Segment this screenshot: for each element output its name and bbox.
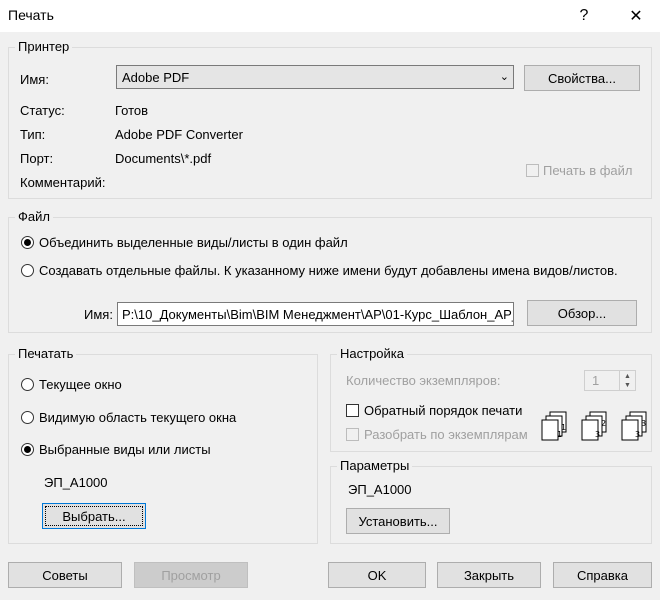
status-label: Статус: <box>20 103 65 118</box>
combine-label: Объединить выделенные виды/листы в один … <box>39 235 348 250</box>
svg-text:3: 3 <box>635 430 640 439</box>
printer-select[interactable]: Adobe PDF ⌄ <box>116 65 514 89</box>
file-legend: Файл <box>15 209 53 224</box>
file-name-input[interactable]: P:\10_Документы\Bim\BIM Менеджмент\АР\01… <box>117 302 514 326</box>
status-value: Готов <box>115 103 149 118</box>
current-window-radio[interactable] <box>21 378 34 391</box>
chevron-down-icon: ⌄ <box>499 71 509 83</box>
select-button[interactable]: Выбрать... <box>42 503 146 529</box>
visible-area-radio[interactable] <box>21 411 34 424</box>
parameters-legend: Параметры <box>337 458 413 473</box>
type-label: Тип: <box>20 127 46 142</box>
port-value: Documents\*.pdf <box>115 151 212 166</box>
title-bar <box>0 0 660 32</box>
tips-button[interactable]: Советы <box>8 562 122 588</box>
file-name-label: Имя: <box>84 307 113 322</box>
printer-legend: Принтер <box>15 39 73 54</box>
svg-text:1: 1 <box>557 430 562 439</box>
port-label: Порт: <box>20 151 54 166</box>
separate-label: Создавать отдельные файлы. К указанному … <box>39 263 618 278</box>
collate-label: Разобрать по экземплярам <box>364 427 528 442</box>
window-title: Печать <box>8 7 54 23</box>
comment-label: Комментарий: <box>20 175 106 190</box>
selected-views-radio[interactable] <box>21 443 34 456</box>
svg-text:3: 3 <box>595 430 600 439</box>
current-window-label: Текущее окно <box>39 377 122 392</box>
settings-legend: Настройка <box>337 346 407 361</box>
visible-area-label: Видимую область текущего окна <box>39 410 237 425</box>
separate-radio[interactable] <box>21 264 34 277</box>
type-value: Adobe PDF Converter <box>115 127 243 142</box>
combine-radio[interactable] <box>21 236 34 249</box>
help-icon[interactable]: ? <box>564 2 604 30</box>
close-icon[interactable]: ✕ <box>616 2 656 30</box>
reverse-order-checkbox[interactable] <box>346 404 359 417</box>
ok-button[interactable]: OK <box>328 562 426 588</box>
help-button[interactable]: Справка <box>553 562 652 588</box>
print-range-legend: Печатать <box>15 346 77 361</box>
collate-pages-icon: 1 23 331 <box>541 411 647 441</box>
print-to-file-checkbox[interactable] <box>526 164 539 177</box>
copies-label: Количество экземпляров: <box>346 373 501 388</box>
selected-views-label: Выбранные виды или листы <box>39 442 211 457</box>
print-to-file-label: Печать в файл <box>543 163 633 178</box>
copies-value: 1 <box>592 373 600 388</box>
setup-button[interactable]: Установить... <box>346 508 450 534</box>
svg-text:2: 2 <box>601 419 606 428</box>
browse-button[interactable]: Обзор... <box>527 300 637 326</box>
copies-stepper[interactable]: 1 ▲ ▼ <box>584 370 636 391</box>
properties-button[interactable]: Свойства... <box>524 65 640 91</box>
preview-button[interactable]: Просмотр <box>134 562 248 588</box>
reverse-order-label: Обратный порядок печати <box>364 403 523 418</box>
printer-select-value: Adobe PDF <box>122 69 190 85</box>
svg-text:3: 3 <box>641 419 646 428</box>
collate-checkbox[interactable] <box>346 428 359 441</box>
printer-name-label: Имя: <box>20 72 49 87</box>
spin-arrows-icon[interactable]: ▲ ▼ <box>619 371 635 390</box>
parameters-value: ЭП_А1000 <box>348 482 412 497</box>
selected-set-value: ЭП_А1000 <box>44 475 108 490</box>
close-button[interactable]: Закрыть <box>437 562 541 588</box>
